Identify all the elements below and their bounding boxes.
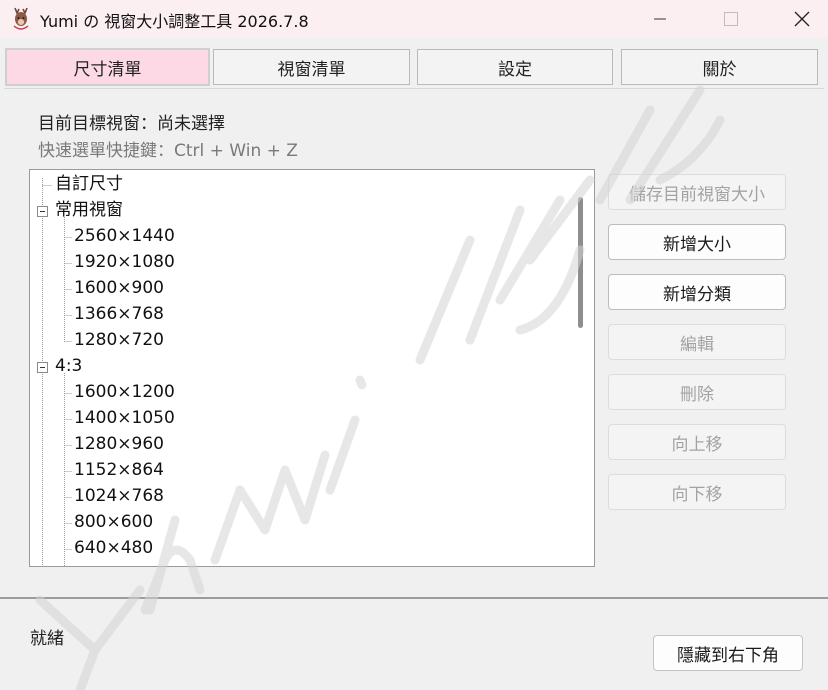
collapse-icon[interactable] [37, 206, 48, 217]
button-label: 向下移 [671, 484, 723, 505]
button-label: 儲存目前視窗大小 [629, 184, 765, 205]
tree-item-common-windows[interactable]: 常用視窗 [55, 197, 123, 223]
button-label: 向上移 [671, 434, 723, 455]
button-label: 刪除 [680, 384, 714, 405]
scrollbar-thumb[interactable] [578, 197, 583, 328]
tree-item-size[interactable]: 1600×1200 [74, 379, 175, 405]
tree-item-size[interactable]: 1400×1050 [74, 405, 175, 431]
tree-item-size[interactable]: 1152×864 [74, 457, 164, 483]
hide-to-tray-button[interactable]: 隱藏到右下角 [653, 635, 803, 671]
maximize-icon [724, 12, 738, 26]
deer-icon [13, 7, 29, 30]
move-down-button[interactable]: 向下移 [608, 474, 786, 510]
tab-label: 尺寸清單 [73, 59, 142, 80]
status-divider [0, 597, 828, 599]
tree-item-size[interactable]: 800×600 [74, 509, 153, 535]
button-label: 隱藏到右下角 [677, 645, 779, 666]
window-title: Yumi の 視窗大小調整工具 2026.7.8 [40, 12, 309, 31]
hotkey-hint-label: 快速選單快捷鍵：Ctrl + Win + Z [38, 141, 298, 161]
save-current-size-button[interactable]: 儲存目前視窗大小 [608, 174, 786, 210]
collapse-icon[interactable] [37, 362, 48, 373]
tree-item-size[interactable]: 1600×900 [74, 275, 164, 301]
tree-item-size[interactable]: 1280×960 [74, 431, 164, 457]
button-label: 新增分類 [663, 284, 731, 305]
tab-label: 設定 [498, 59, 532, 80]
tree-item-size[interactable]: 1920×1080 [74, 249, 175, 275]
tab-label: 關於 [702, 59, 737, 80]
close-button[interactable] [779, 0, 825, 38]
current-target-label: 目前目標視窗：尚未選擇 [38, 114, 225, 134]
tab-window-list[interactable]: 視窗清單 [213, 49, 410, 85]
tree-item-size[interactable]: 1366×768 [74, 301, 164, 327]
tab-size-list[interactable]: 尺寸清單 [5, 48, 210, 86]
minimize-icon [654, 18, 666, 20]
title-bar: Yumi の 視窗大小調整工具 2026.7.8 [0, 0, 828, 38]
tab-about[interactable]: 關於 [621, 49, 818, 85]
delete-button[interactable]: 刪除 [608, 374, 786, 410]
tree-item-size[interactable]: 1280×720 [74, 327, 164, 353]
minimize-button[interactable] [637, 0, 683, 38]
add-category-button[interactable]: 新增分類 [608, 274, 786, 310]
maximize-button[interactable] [708, 0, 754, 38]
tab-label: 視窗清單 [277, 59, 346, 80]
button-label: 新增大小 [663, 234, 731, 255]
tree-item-size[interactable]: 640×480 [74, 535, 153, 561]
add-size-button[interactable]: 新增大小 [608, 224, 786, 260]
size-tree-view[interactable]: 自訂尺寸 常用視窗 2560×1440 1920×1080 1600×900 1… [29, 169, 595, 567]
move-up-button[interactable]: 向上移 [608, 424, 786, 460]
tab-settings[interactable]: 設定 [417, 49, 613, 85]
status-text: 就緒 [30, 629, 64, 649]
tree-item-category-4-3[interactable]: 4:3 [55, 353, 82, 379]
tree-item-size[interactable]: 1024×768 [74, 483, 164, 509]
tab-bar: 尺寸清單 視窗清單 設定 關於 [0, 42, 828, 90]
button-label: 編輯 [680, 334, 714, 355]
tree-item-size[interactable]: 2560×1440 [74, 223, 175, 249]
edit-button[interactable]: 編輯 [608, 324, 786, 360]
close-icon [794, 11, 810, 27]
tree-item-custom-size[interactable]: 自訂尺寸 [55, 171, 123, 197]
